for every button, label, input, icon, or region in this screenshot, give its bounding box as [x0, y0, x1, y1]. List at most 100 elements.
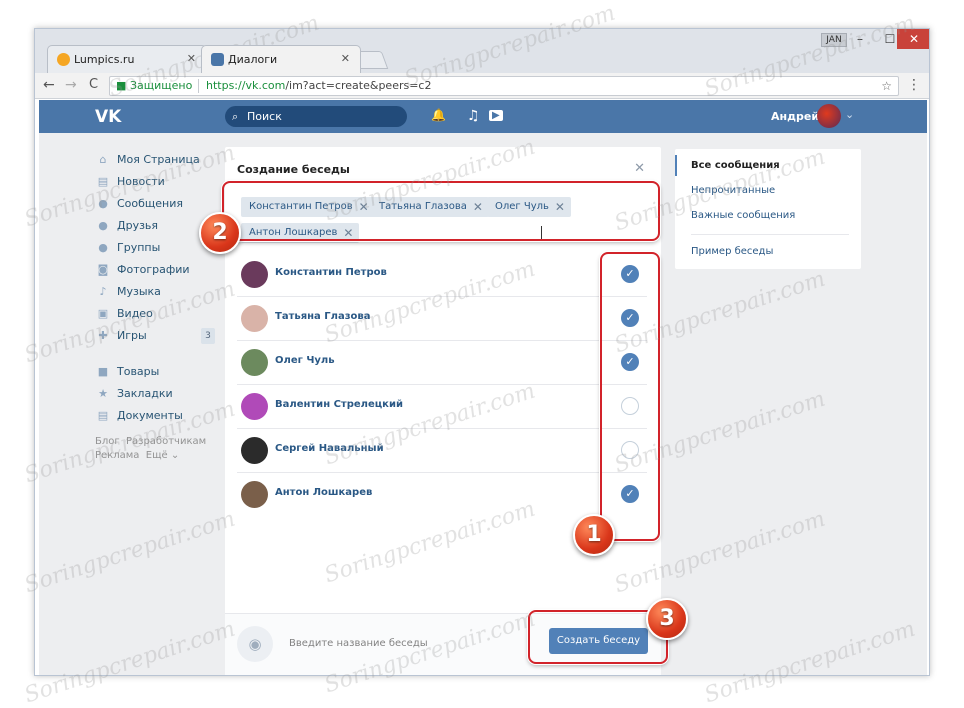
footer-link-more[interactable]: Ещё ⌄ [146, 450, 179, 461]
bookmark-star-icon[interactable]: ☆ [881, 77, 892, 95]
avatar [241, 261, 268, 288]
games-icon: ✚ [98, 329, 108, 342]
chevron-down-icon[interactable]: ⌄ [845, 108, 854, 121]
secure-label: Защищено [130, 79, 193, 92]
reload-icon[interactable]: C [89, 77, 98, 92]
video-icon: ▣ [97, 307, 109, 320]
right-nav: Все сообщения Непрочитанные Важные сообщ… [675, 149, 861, 269]
bag-icon: ■ [97, 365, 109, 378]
vk-favicon-icon [211, 53, 224, 66]
browser-menu-icon[interactable]: ⋮ [907, 77, 921, 93]
sidebar-item-music[interactable]: ♪ Музыка [95, 281, 215, 303]
camera-icon[interactable]: ◉ [237, 626, 273, 662]
sidebar-item-games[interactable]: ✚ Игры 3 [95, 325, 215, 347]
messages-icon: ● [98, 197, 108, 210]
annotation-badge-2: 2 [199, 212, 241, 254]
play-icon[interactable]: ▶ [489, 110, 503, 121]
minimize-button[interactable]: – [845, 29, 875, 49]
contact-row[interactable]: Валентин Стрелецкий [237, 385, 647, 429]
footer-link-blog[interactable]: Блог [95, 436, 120, 447]
filter-unread[interactable]: Непрочитанные [675, 178, 861, 203]
sidebar-item-photos[interactable]: ◙ Фотографии [95, 259, 215, 281]
url-scheme: https:// [206, 79, 246, 92]
annotation-badge-1: 1 [573, 514, 615, 556]
tab-lumpics[interactable]: Lumpics.ru ✕ [47, 45, 207, 73]
avatar [241, 393, 268, 420]
groups-icon: ● [98, 241, 108, 254]
camera-icon: ◙ [97, 263, 109, 276]
user-name[interactable]: Андрей [771, 110, 819, 123]
highlight-chips [222, 181, 660, 241]
bell-icon[interactable]: 🔔 [431, 108, 446, 122]
highlight-checkboxes [600, 252, 660, 541]
contact-row[interactable]: Татьяна Глазова ✓ [237, 297, 647, 341]
url-path: /im?act=create&peers=c2 [285, 79, 432, 92]
sidebar-item-video[interactable]: ▣ Видео [95, 303, 215, 325]
search-input[interactable]: ⌕ Поиск [225, 106, 407, 127]
home-icon: ⌂ [99, 153, 107, 166]
sidebar-item-my-page[interactable]: ⌂ Моя Страница [95, 149, 215, 171]
address-separator [198, 79, 199, 93]
address-bar[interactable]: ■ Защищено https://vk.com/im?act=create&… [109, 76, 899, 96]
contact-row[interactable]: Сергей Навальный [237, 429, 647, 473]
contact-name: Олег Чуль [275, 355, 335, 366]
sidebar-item-label: Фотографии [117, 263, 190, 276]
contact-row[interactable]: Олег Чуль ✓ [237, 341, 647, 385]
avatar [241, 305, 268, 332]
sidebar-item-label: Игры [117, 329, 147, 342]
vk-logo[interactable]: VK [95, 107, 121, 127]
divider [691, 234, 849, 235]
music-icon[interactable]: ♫ [467, 108, 480, 124]
star-icon: ★ [98, 387, 108, 400]
close-icon[interactable]: ✕ [634, 161, 645, 176]
example-chat-link[interactable]: Пример беседы [675, 239, 861, 264]
sidebar-item-label: Группы [117, 241, 161, 254]
chat-name-input[interactable]: Введите название беседы [289, 638, 428, 649]
contact-row[interactable]: Антон Лошкарев ✓ [237, 473, 647, 517]
forward-icon[interactable]: → [65, 77, 77, 93]
contact-name: Сергей Навальный [275, 443, 384, 454]
nav-gap [95, 347, 215, 361]
tab-label: Диалоги [228, 53, 278, 66]
sidebar-item-goods[interactable]: ■ Товары [95, 361, 215, 383]
sidebar-item-label: Сообщения [117, 197, 184, 210]
profile-badge[interactable]: JAN [821, 33, 847, 47]
filter-important[interactable]: Важные сообщения [675, 203, 861, 228]
footer-link-developers[interactable]: Разработчикам [126, 436, 206, 447]
games-count-badge: 3 [201, 328, 215, 344]
sidebar-item-messages[interactable]: ● Сообщения [95, 193, 215, 215]
avatar [241, 349, 268, 376]
left-footer: Блог Разработчикам Реклама Ещё ⌄ [95, 435, 215, 463]
filter-all-messages[interactable]: Все сообщения [675, 153, 861, 178]
avatar [241, 481, 268, 508]
browser-window: Lumpics.ru ✕ Диалоги ✕ JAN – ☐ ✕ ← → C ■… [34, 28, 930, 676]
sidebar-item-label: Товары [117, 365, 160, 378]
sidebar-item-label: Музыка [117, 285, 161, 298]
tab-label: Lumpics.ru [74, 53, 135, 66]
sidebar-item-label: Друзья [117, 219, 159, 232]
sidebar-item-groups[interactable]: ● Группы [95, 237, 215, 259]
contact-row[interactable]: Константин Петров ✓ [237, 253, 647, 297]
address-toolbar: ← → C ■ Защищено https://vk.com/im?act=c… [35, 73, 929, 99]
contact-name: Антон Лошкарев [275, 487, 373, 498]
annotation-badge-3: 3 [646, 598, 688, 640]
search-placeholder: Поиск [247, 110, 282, 123]
footer-link-ads[interactable]: Реклама [95, 450, 139, 461]
avatar[interactable] [817, 104, 841, 128]
tab-close-icon[interactable]: ✕ [341, 52, 350, 65]
close-window-button[interactable]: ✕ [897, 29, 929, 49]
tab-close-icon[interactable]: ✕ [187, 52, 196, 65]
search-icon: ⌕ [232, 110, 239, 123]
sidebar-item-friends[interactable]: ● Друзья [95, 215, 215, 237]
sidebar-item-bookmarks[interactable]: ★ Закладки [95, 383, 215, 405]
sidebar-item-label: Видео [117, 307, 153, 320]
title-bar: Lumpics.ru ✕ Диалоги ✕ JAN – ☐ ✕ [35, 29, 929, 73]
sidebar-item-label: Закладки [117, 387, 173, 400]
sidebar-item-documents[interactable]: ▤ Документы [95, 405, 215, 427]
sidebar-item-news[interactable]: ▤ Новости [95, 171, 215, 193]
contact-name: Татьяна Глазова [275, 311, 371, 322]
tab-dialogs[interactable]: Диалоги ✕ [201, 45, 361, 73]
url-host: vk.com [245, 79, 286, 92]
back-icon[interactable]: ← [43, 77, 55, 93]
contact-name: Константин Петров [275, 267, 387, 278]
